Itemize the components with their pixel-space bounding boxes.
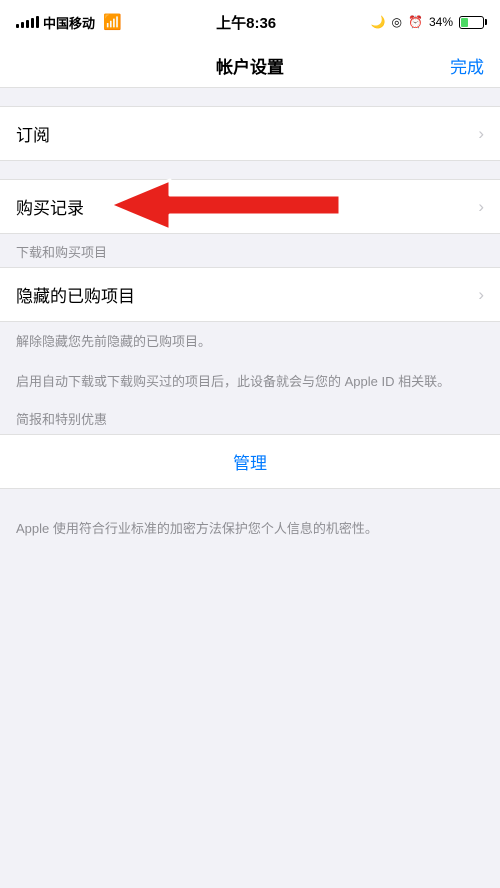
newsletter-section-label: 简报和特别优惠	[0, 401, 500, 434]
battery-percent: 34%	[429, 15, 453, 29]
section-gap-1	[0, 88, 500, 106]
purchase-history-chevron: ›	[478, 197, 484, 217]
auto-download-text: 启用自动下载或下载购买过的项目后，此设备就会与您的 Apple ID 相关联。	[16, 374, 450, 389]
status-left: 中国移动 📶	[16, 13, 122, 32]
section-gap-3	[0, 489, 500, 507]
apple-info-section: Apple 使用符合行业标准的加密方法保护您个人信息的机密性。	[0, 507, 500, 552]
signal-bar-3	[26, 20, 29, 28]
manage-button[interactable]: 管理	[233, 449, 267, 474]
subscriptions-item[interactable]: 订阅 ›	[0, 107, 500, 160]
status-time: 上午8:36	[216, 12, 276, 33]
done-button[interactable]: 完成	[450, 53, 484, 78]
purchase-history-item[interactable]: 购买记录 ›	[0, 180, 500, 233]
status-bar: 中国移动 📶 上午8:36 🌙 ◎ ⏰ 34%	[0, 0, 500, 44]
location-icon: ◎	[392, 15, 402, 29]
section-gap-2	[0, 161, 500, 179]
hidden-purchases-label: 隐藏的已购项目	[16, 282, 135, 307]
manage-section[interactable]: 管理	[0, 434, 500, 489]
subscriptions-label: 订阅	[16, 121, 50, 146]
apple-info-text: Apple 使用符合行业标准的加密方法保护您个人信息的机密性。	[16, 521, 378, 536]
signal-bar-5	[36, 16, 39, 28]
signal-bar-2	[21, 22, 24, 28]
newsletter-label-text: 简报和特别优惠	[16, 412, 107, 427]
wifi-icon: 📶	[103, 13, 122, 31]
subscriptions-chevron: ›	[478, 124, 484, 144]
nav-title: 帐户设置	[216, 53, 284, 78]
signal-bar-1	[16, 24, 19, 28]
download-section-label: 下载和购买项目	[0, 234, 500, 267]
hidden-purchases-description: 解除隐藏您先前隐藏的已购项目。	[0, 322, 500, 362]
purchase-history-label: 购买记录	[16, 194, 84, 219]
nav-bar: 帐户设置 完成	[0, 44, 500, 88]
battery-icon	[459, 16, 484, 29]
battery-fill	[461, 18, 468, 27]
auto-download-info: 启用自动下载或下载购买过的项目后，此设备就会与您的 Apple ID 相关联。	[0, 362, 500, 402]
purchase-history-section: 购买记录 ›	[0, 179, 500, 234]
hidden-description-text: 解除隐藏您先前隐藏的已购项目。	[16, 334, 211, 349]
hidden-purchases-item[interactable]: 隐藏的已购项目 ›	[0, 268, 500, 321]
status-right: 🌙 ◎ ⏰ 34%	[371, 15, 484, 29]
hidden-purchases-section: 隐藏的已购项目 ›	[0, 267, 500, 322]
hidden-purchases-chevron: ›	[478, 285, 484, 305]
carrier-name: 中国移动	[43, 13, 95, 32]
subscriptions-section: 订阅 ›	[0, 106, 500, 161]
moon-icon: 🌙	[371, 15, 386, 29]
download-label-text: 下载和购买项目	[16, 245, 107, 260]
signal-bars	[16, 16, 39, 28]
alarm-icon: ⏰	[408, 15, 423, 29]
signal-bar-4	[31, 18, 34, 28]
